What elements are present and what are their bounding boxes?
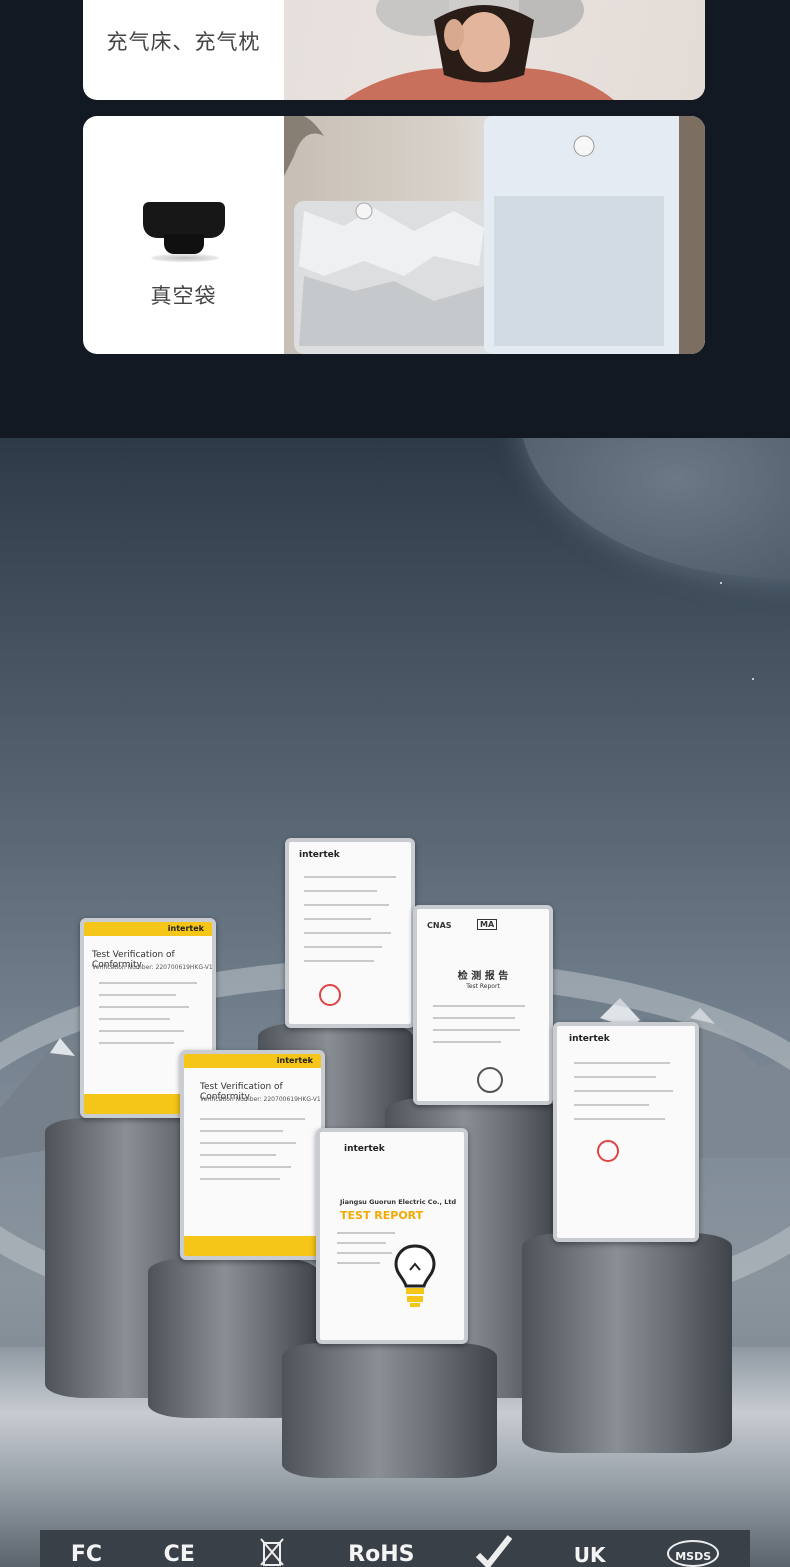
moon-decoration [520,438,790,578]
certificate-verification-number: Verification Number: 220700619HKG-V1 [200,1096,321,1103]
product-card-air-bed[interactable]: 充气床、充气枕 [83,0,705,100]
product-section: 充气床、充气枕 真空袋 [0,0,790,438]
report-title: TEST REPORT [340,1209,424,1222]
star-decoration [720,582,722,584]
certificate-intertek-report: intertek [553,1022,699,1242]
intertek-logo: intertek [276,1056,313,1065]
product-card-label: 充气床、充气枕 [106,30,261,54]
compliance-logo-bar: FC CE RoHS UK MSDS [40,1530,750,1567]
product-photo-vacuum-bags [284,116,705,354]
certificate-intertek-verification: intertek Test Verification of Conformity… [180,1050,325,1260]
vacuum-bags-illustration [284,116,705,354]
stamp-mark [597,1140,619,1162]
ma-mark: MA [477,919,498,930]
ce-mark: CE [163,1542,195,1567]
rohs-mark: RoHS [348,1542,415,1567]
pillow-illustration [344,0,614,100]
certificates-section: intertek Test Verification of Conformity… [0,438,790,1567]
nozzle-image [143,202,225,262]
weee-bin-icon [259,1538,284,1566]
intertek-logo: intertek [167,924,204,933]
display-pillar [282,1343,497,1478]
intertek-logo: intertek [299,850,340,860]
msds-mark: MSDS [667,1540,720,1567]
lightbulb-icon [394,1244,436,1307]
product-photo-pillow [284,0,705,100]
star-decoration [752,678,754,680]
check-mark-icon [476,1535,513,1567]
product-card-vacuum-bag[interactable]: 真空袋 [83,116,705,354]
certificate-test-report: intertek Jiangsu Guorun Electric Co., Lt… [316,1128,468,1344]
certificate-intertek-report: intertek [285,838,415,1028]
report-heading: 检 测 报 告 [457,971,509,982]
cnas-mark: CNAS [427,921,452,930]
certificate-verification-number: Verification Number: 220700619HKG-V1 [92,964,213,971]
intertek-logo: intertek [569,1034,610,1044]
report-subheading: Test Report [466,983,500,990]
product-card-info: 充气床、充气枕 [83,0,284,100]
intertek-logo: intertek [344,1144,385,1154]
report-company: Jiangsu Guorun Electric Co., Ltd [340,1198,457,1206]
stamp-mark [319,984,341,1006]
ukca-mark: UK [573,1543,606,1567]
display-pillar [522,1233,732,1453]
fc-mark: FC [70,1542,103,1567]
stamp-mark [477,1067,503,1093]
certificate-chinese-test-report: CNAS MA 检 测 报 告 Test Report [413,905,553,1105]
product-card-label: 真空袋 [150,284,217,308]
product-card-info: 真空袋 [83,116,284,354]
